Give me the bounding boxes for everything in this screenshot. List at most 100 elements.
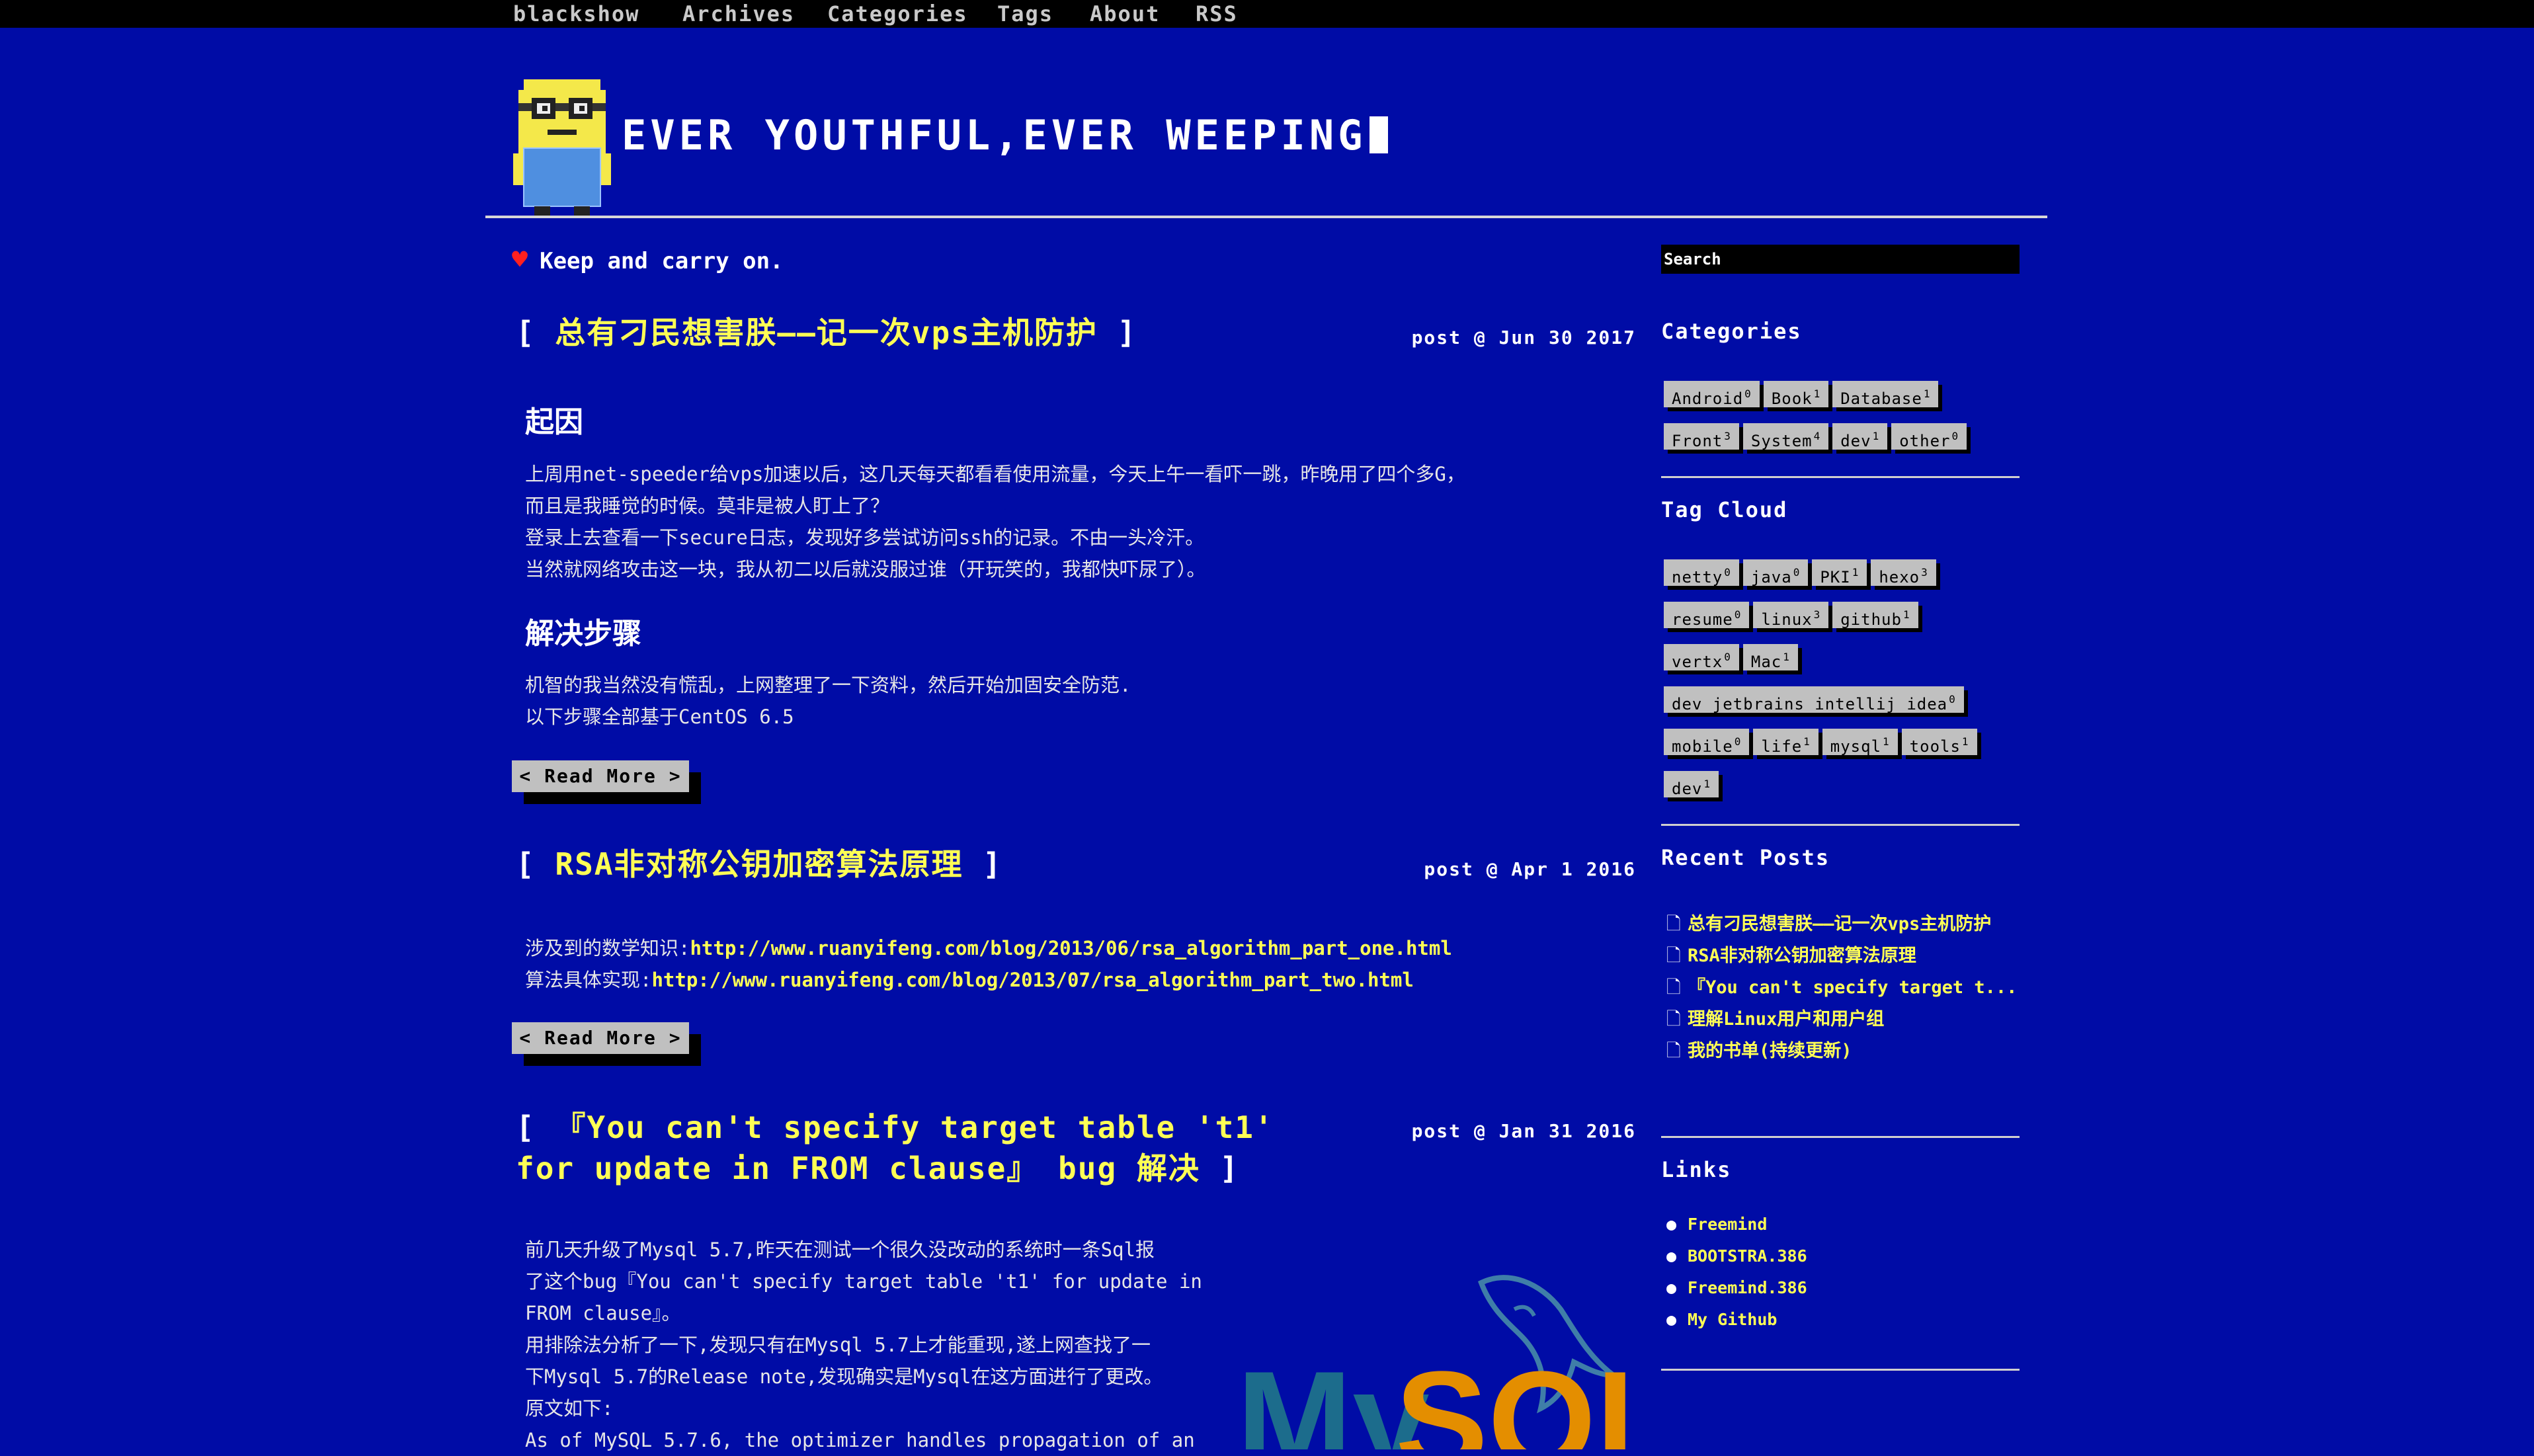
tag-item[interactable]: Mac 1 (1742, 644, 1798, 671)
post-2-title-text[interactable]: RSA非对称公钥加密算法原理 (555, 846, 963, 882)
category-tag[interactable]: other 0 (1891, 423, 1967, 450)
tag-name: tools (1909, 737, 1961, 756)
tag-item[interactable]: resume 0 (1664, 602, 1750, 629)
tag-count: 1 (1803, 735, 1811, 748)
category-tag[interactable]: dev 1 (1832, 423, 1888, 450)
tag-count: 0 (1949, 693, 1956, 706)
tag-count: 1 (1961, 735, 1969, 748)
tag-count: 0 (1734, 735, 1742, 748)
recent-post-item[interactable]: 🗋 RSA非对称公钥加密算法原理 (1666, 940, 2017, 972)
category-count: 1 (1923, 387, 1931, 400)
category-name: Front (1672, 432, 1723, 450)
tag-item[interactable]: life 1 (1753, 729, 1819, 756)
link-item[interactable]: ● BOOTSTRA.386 (1666, 1240, 1807, 1272)
category-tag[interactable]: Android 0 (1664, 381, 1760, 408)
tag-cloud-title: Tag Cloud (1661, 497, 1788, 522)
text-line: 登录上去查看一下secure日志，发现好多尝试访问ssh的记录。不由一头冷汗。 (525, 526, 1205, 549)
link-label: Freemind.386 (1688, 1278, 1807, 1297)
tag-name: dev (1672, 780, 1703, 798)
nav-rss[interactable]: RSS (1196, 0, 1238, 28)
nav-categories[interactable]: Categories (827, 0, 968, 28)
post-3-title-line-2[interactable]: for update in FROM clause』 bug 解决 (516, 1151, 1200, 1186)
tag-name: mobile (1672, 737, 1733, 756)
link-label: My Github (1688, 1310, 1778, 1329)
category-tag[interactable]: Database 1 (1832, 381, 1939, 408)
category-tag[interactable]: Front 3 (1664, 423, 1739, 450)
file-icon: 🗋 (1666, 1009, 1681, 1030)
tag-item[interactable]: github 1 (1832, 602, 1918, 629)
category-name: Android (1672, 389, 1744, 408)
nav-about[interactable]: About (1090, 0, 1160, 28)
nav-archives[interactable]: Archives (682, 0, 795, 28)
sidebar-divider (1661, 1369, 2020, 1371)
post-1-heading-reason: 起因 (525, 405, 583, 439)
site-title[interactable]: EVER YOUTHFUL,EVER WEEPING (622, 111, 1388, 159)
top-nav: blackshow Archives Categories Tags About… (0, 0, 2534, 28)
recent-post-title: 总有刁民想害朕——记一次vps主机防护 (1688, 914, 1992, 934)
text-line: 了这个bug『You can't specify target table 't… (525, 1270, 1202, 1293)
read-more-button[interactable]: < Read More > (512, 1022, 689, 1054)
nav-brand[interactable]: blackshow (513, 0, 639, 28)
tag-count: 0 (1724, 566, 1731, 579)
link-item[interactable]: ● My Github (1666, 1304, 1807, 1336)
category-tag[interactable]: System 4 (1742, 423, 1829, 450)
category-count: 0 (1744, 387, 1752, 400)
category-name: System (1750, 432, 1813, 450)
recent-post-item[interactable]: 🗋 总有刁民想害朕——记一次vps主机防护 (1666, 909, 2017, 940)
recent-post-item[interactable]: 🗋 『You can't specify target t... (1666, 972, 2017, 1004)
tag-name: life (1761, 737, 1803, 756)
tag-item[interactable]: hexo 3 (1871, 559, 1936, 586)
link-rsa-part-one[interactable]: http://www.ruanyifeng.com/blog/2013/06/r… (690, 937, 1451, 959)
tag-count: 3 (1813, 608, 1821, 621)
label: 算法具体实现: (525, 969, 652, 991)
search-input[interactable] (1661, 245, 2020, 274)
tag-item[interactable]: linux 3 (1753, 602, 1829, 629)
text-line: FROM clause』。 (525, 1302, 681, 1324)
tag-name: mysql (1830, 737, 1882, 756)
recent-post-title: 『You can't specify target t... (1688, 977, 2018, 998)
tag-name: linux (1761, 610, 1813, 629)
tag-count: 1 (1852, 566, 1860, 579)
post-3-title-line-1[interactable]: 『You can't specify target table 't1' (555, 1110, 1274, 1145)
category-tag[interactable]: Book 1 (1763, 381, 1829, 408)
tag-item[interactable]: netty 0 (1664, 559, 1739, 586)
category-count: 0 (1951, 430, 1959, 442)
tag-item[interactable]: java 0 (1742, 559, 1809, 586)
categories-title: Categories (1661, 319, 1802, 344)
link-item[interactable]: ● Freemind (1666, 1209, 1807, 1240)
recent-post-item[interactable]: 🗋 理解Linux用户和用户组 (1666, 1004, 2017, 1035)
nav-tags[interactable]: Tags (997, 0, 1053, 28)
bracket-close: ] (963, 846, 1002, 882)
tag-item[interactable]: mobile 0 (1664, 729, 1750, 756)
post-1-title[interactable]: [ 总有刁民想害朕——记一次vps主机防护 ] (516, 312, 1137, 353)
bracket-open: [ (516, 846, 555, 882)
read-more-button[interactable]: < Read More > (512, 760, 689, 792)
link-rsa-part-two[interactable]: http://www.ruanyifeng.com/blog/2013/07/r… (651, 969, 1413, 991)
text-line: 下Mysql 5.7的Release note,发现确实是Mysql在这方面进行… (525, 1365, 1163, 1388)
bracket-open: [ (516, 315, 555, 350)
link-item[interactable]: ● Freemind.386 (1666, 1272, 1807, 1304)
minion-logo[interactable] (513, 79, 611, 217)
tag-count: 1 (1883, 735, 1890, 748)
tag-item[interactable]: mysql 1 (1822, 729, 1898, 756)
motto-text: Keep and carry on. (540, 248, 784, 274)
recent-post-item[interactable]: 🗋 我的书单(持续更新) (1666, 1035, 2017, 1067)
tag-count: 0 (1793, 566, 1801, 579)
tag-item[interactable]: vertx 0 (1664, 644, 1739, 671)
post-1-title-text[interactable]: 总有刁民想害朕——记一次vps主机防护 (555, 315, 1097, 350)
motto: ♥ Keep and carry on. (512, 245, 784, 275)
header-divider (485, 216, 2047, 218)
tag-cloud: netty 0 java 0 PKI 1 hexo 3 resume 0 linux 3 github… (1664, 559, 2021, 813)
tag-item[interactable]: dev jetbrains intellij idea 0 (1664, 686, 1964, 713)
post-3-title[interactable]: [ 『You can't specify target table 't1' f… (516, 1107, 1274, 1189)
svg-text:SQL: SQL (1395, 1342, 1640, 1449)
label: 涉及到的数学知识: (525, 937, 690, 959)
tag-item[interactable]: PKI 1 (1812, 559, 1867, 586)
recent-post-title: RSA非对称公钥加密算法原理 (1688, 946, 1916, 966)
mysql-logo: My SQL (1237, 1275, 1640, 1449)
tag-item[interactable]: tools 1 (1901, 729, 1977, 756)
post-1-heading-steps: 解决步骤 (525, 617, 641, 651)
post-2-title[interactable]: [ RSA非对称公钥加密算法原理 ] (516, 844, 1002, 885)
post-3-text: 前几天升级了Mysql 5.7,昨天在测试一个很久没改动的系统时一条Sql报 了… (525, 1234, 1202, 1456)
tag-item[interactable]: dev 1 (1664, 771, 1719, 798)
